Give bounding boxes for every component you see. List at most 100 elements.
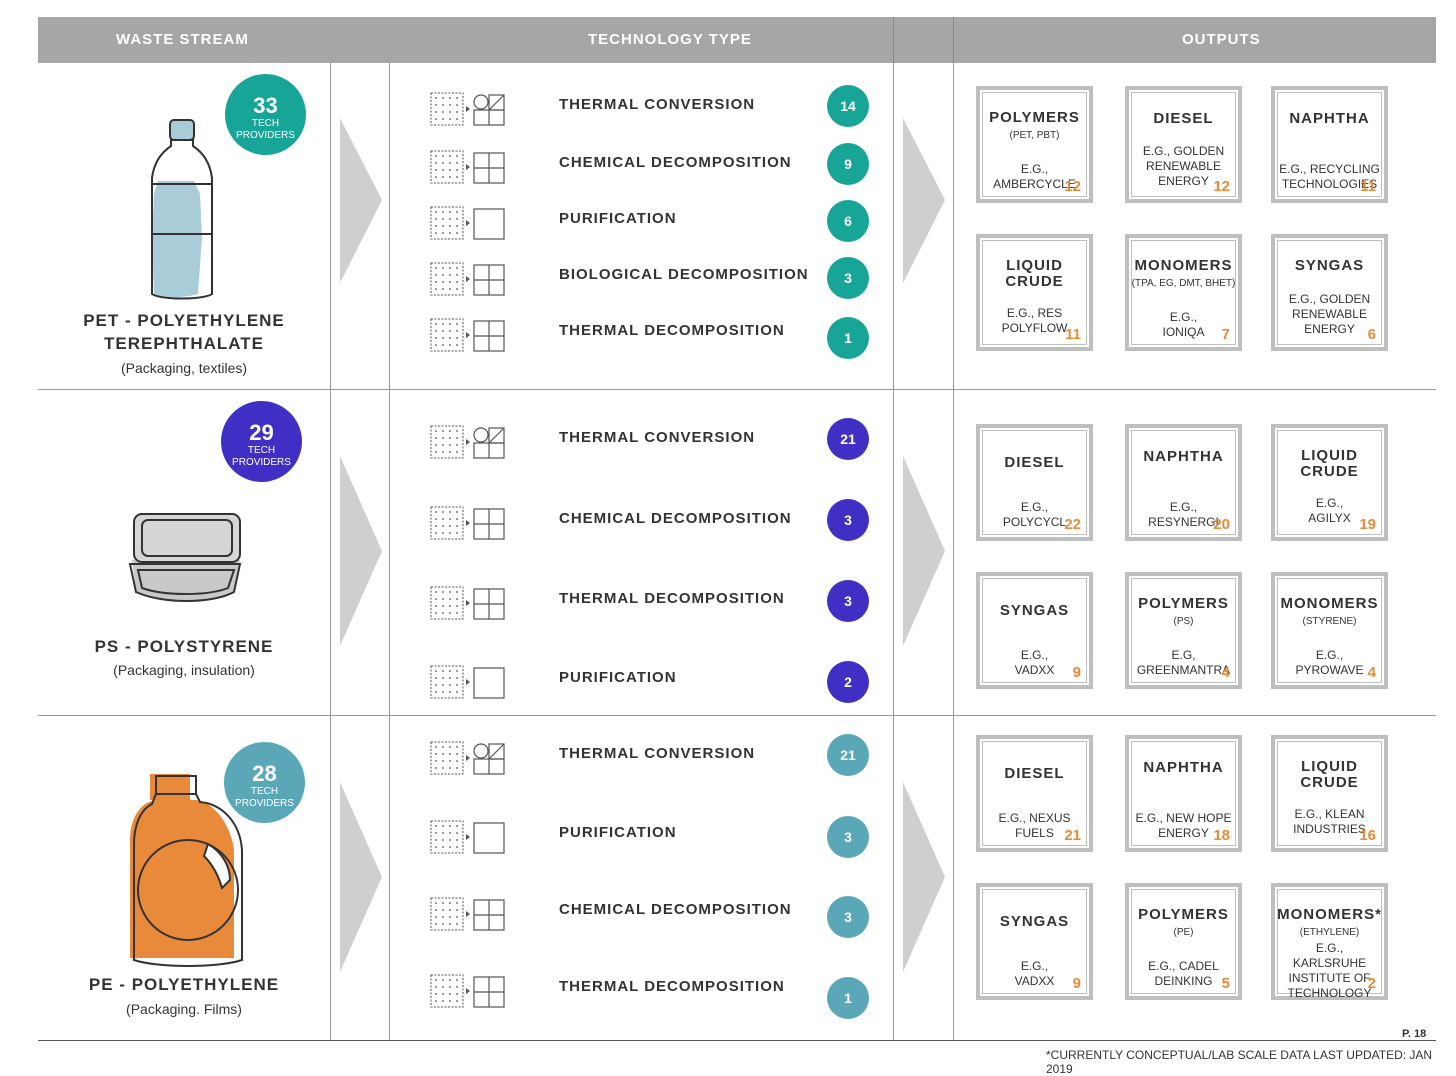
output-card: SYNGAS E.G., GOLDEN RENEWABLE ENERGY 6 (1271, 234, 1388, 351)
technology-label: THERMAL DECOMPOSITION (559, 590, 785, 607)
purification-icon (430, 206, 508, 247)
technology-label: THERMAL CONVERSION (559, 429, 756, 446)
decomposition-icon (430, 506, 508, 547)
output-title: MONOMERS* (1277, 906, 1382, 923)
technology-label: THERMAL DECOMPOSITION (559, 322, 785, 339)
output-card: LIQUID CRUDE E.G., KLEAN INDUSTRIES 16 (1271, 735, 1388, 852)
output-subtitle: (STYRENE) (1302, 616, 1357, 627)
row-divider (38, 389, 1436, 390)
output-example: E.G., VADXX (1014, 959, 1055, 988)
output-title: NAPHTHA (1143, 448, 1224, 465)
output-card: NAPHTHA E.G., RECYCLING TECHNOLOGIES 11 (1271, 86, 1388, 203)
technology-label: PURIFICATION (559, 210, 677, 227)
output-card: MONOMERS (TPA, EG, DMT, BHET) E.G., IONIQA… (1125, 234, 1242, 351)
column-divider (389, 63, 390, 1040)
output-title: POLYMERS (1138, 595, 1229, 612)
header-waste-stream: WASTE STREAM (116, 31, 249, 48)
decomposition-icon (430, 318, 508, 359)
page-number: P. 18 (1402, 1028, 1427, 1040)
output-count: 21 (1064, 827, 1081, 844)
stream-name: PE - POLYETHYLENE (88, 975, 280, 994)
output-card: DIESEL E.G., POLYCYCL 22 (976, 424, 1093, 541)
output-card: SYNGAS E.G., VADXX 9 (976, 883, 1093, 1000)
output-count: 12 (1213, 178, 1230, 195)
output-card: LIQUID CRUDE E.G., AGILYX 19 (1271, 424, 1388, 541)
output-example: E.G., KARLSRUHE INSTITUTE OF TECHNOLOGY (1287, 941, 1372, 1000)
decomposition-icon (430, 150, 508, 191)
decomposition-icon (430, 586, 508, 627)
output-example: E.G., PYROWAVE (1295, 648, 1364, 677)
output-title: LIQUID CRUDE (1300, 447, 1359, 480)
stream-name: PET - POLYETHYLENE TEREPHTHALATE (83, 311, 285, 353)
output-card: DIESEL E.G., NEXUS FUELS 21 (976, 735, 1093, 852)
output-example: E.G., GOLDEN RENEWABLE ENERGY (1288, 292, 1371, 336)
technology-label: THERMAL CONVERSION (559, 96, 756, 113)
output-example: E.G, GREENMANTRA (1136, 648, 1231, 677)
output-card: MONOMERS (STYRENE) E.G., PYROWAVE 4 (1271, 572, 1388, 689)
plastic-bottle-icon (151, 119, 213, 300)
technology-count-badge: 3 (827, 499, 869, 541)
flow-arrow-icon (340, 456, 382, 646)
technology-count-badge: 2 (827, 661, 869, 703)
output-title: POLYMERS (989, 109, 1080, 126)
output-subtitle: (ETHYLENE) (1299, 927, 1360, 938)
technology-label: THERMAL DECOMPOSITION (559, 978, 785, 995)
output-count: 7 (1221, 326, 1230, 343)
purification-icon (430, 820, 508, 861)
output-example: E.G., VADXX (1014, 648, 1055, 677)
output-example: E.G., CADEL DEINKING (1148, 959, 1219, 988)
stream-uses: (Packaging. Films) (126, 1001, 242, 1017)
output-title: LIQUID CRUDE (1300, 758, 1359, 791)
output-card: SYNGAS E.G., VADXX 9 (976, 572, 1093, 689)
header-divider (893, 17, 894, 63)
technology-count-badge: 9 (827, 143, 869, 185)
stream-uses: (Packaging, insulation) (113, 662, 255, 678)
technology-count-badge: 6 (827, 200, 869, 242)
flow-arrow-icon (340, 118, 382, 283)
output-subtitle: (TPA, EG, DMT, BHET) (1131, 278, 1236, 289)
output-title: SYNGAS (1294, 257, 1365, 274)
header-outputs: OUTPUTS (1182, 31, 1261, 48)
output-count: 11 (1360, 178, 1376, 195)
technology-label: CHEMICAL DECOMPOSITION (559, 901, 792, 918)
output-count: 12 (1064, 178, 1081, 195)
output-count: 22 (1064, 516, 1081, 533)
output-title: SYNGAS (999, 913, 1070, 930)
output-card: DIESEL E.G., GOLDEN RENEWABLE ENERGY 12 (1125, 86, 1242, 203)
output-count: 16 (1359, 827, 1376, 844)
output-card: MONOMERS* (ETHYLENE) E.G., KARLSRUHE INSTI… (1271, 883, 1388, 1000)
output-subtitle: (PE) (1173, 927, 1194, 938)
technology-label: BIOLOGICAL DECOMPOSITION (559, 266, 809, 283)
foam-container-icon (128, 513, 242, 602)
footnote: *CURRENTLY CONCEPTUAL/LAB SCALE DATA LAS… (1046, 1048, 1433, 1076)
flow-arrow-icon (340, 782, 382, 972)
output-count: 4 (1367, 664, 1376, 681)
output-title: NAPHTHA (1143, 759, 1224, 776)
technology-label: PURIFICATION (559, 669, 677, 686)
stream-uses: (Packaging, textiles) (120, 360, 248, 376)
decomposition-icon (430, 897, 508, 938)
column-divider (330, 63, 331, 1040)
output-subtitle: (PS) (1173, 616, 1194, 627)
output-example: E.G., IONIQA (1162, 310, 1205, 339)
output-title: MONOMERS (1134, 257, 1233, 274)
output-count: 11 (1065, 326, 1081, 343)
output-card: NAPHTHA E.G., NEW HOPE ENERGY 18 (1125, 735, 1242, 852)
tech-providers-badge: 33 TECH PROVIDERS (225, 74, 306, 155)
technology-count-badge: 21 (827, 418, 869, 460)
output-card: POLYMERS (PS) E.G, GREENMANTRA 4 (1125, 572, 1242, 689)
technology-count-badge: 3 (827, 580, 869, 622)
technology-count-badge: 1 (827, 317, 869, 359)
output-count: 18 (1213, 827, 1230, 844)
purification-icon (430, 665, 508, 706)
output-card: NAPHTHA E.G., RESYNERGI 20 (1125, 424, 1242, 541)
bottom-rule (38, 1040, 1436, 1041)
tech-providers-badge: 28 TECH PROVIDERS (224, 742, 305, 823)
output-title: LIQUID CRUDE (1005, 257, 1064, 290)
output-title: DIESEL (1004, 454, 1065, 471)
row-divider (38, 715, 1436, 716)
technology-label: CHEMICAL DECOMPOSITION (559, 510, 792, 527)
header-divider (953, 17, 954, 63)
output-count: 19 (1359, 516, 1376, 533)
output-title: SYNGAS (999, 602, 1070, 619)
